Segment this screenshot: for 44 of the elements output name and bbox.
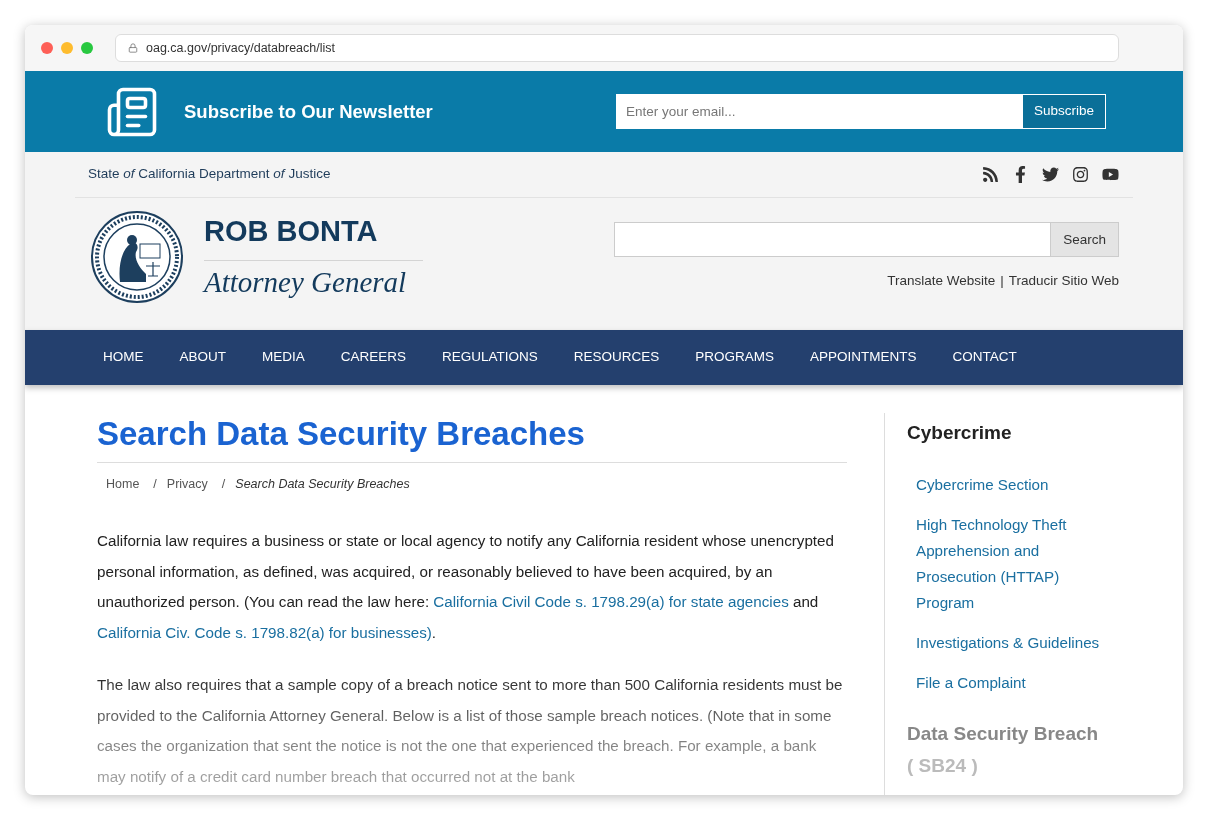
twitter-icon[interactable] <box>1042 166 1059 183</box>
breadcrumb-separator: / <box>221 476 226 494</box>
nav-link[interactable]: ABOUT <box>179 347 226 368</box>
agency-name: State of California Department of Justice <box>88 165 331 184</box>
section-subtitle: ( SB24 ) <box>907 754 979 778</box>
nav-link[interactable]: CONTACT <box>952 347 1017 368</box>
sidebar-title: Cybercrime <box>907 421 1013 445</box>
instagram-icon[interactable] <box>1072 166 1089 183</box>
search-button[interactable]: Search <box>1051 222 1119 258</box>
breadcrumb-link[interactable]: Search Data Security Breaches <box>235 475 410 494</box>
newsletter-title: Subscribe to Our Newsletter <box>184 99 433 124</box>
intro-paragraph: California law requires a business or state or local agency to notify any California resident whose unencrypted personal information, as defined, was acquired, or reasonably believed to have been acquired, by an unauthorized person. (You can read the law here: California Civil Code s. 1798.29(a) for state agencies and California Civ. Code s. 1798.82(a) for businesses). <box>97 531 835 643</box>
nav-link[interactable]: RESOURCES <box>573 347 660 368</box>
address-bar[interactable]: oag.ca.gov/privacy/databreach/list <box>115 34 1119 62</box>
official-title[interactable]: Attorney General <box>204 260 423 304</box>
sidebar-link[interactable]: Cybercrime Section <box>916 471 1117 498</box>
nav-link[interactable]: PROGRAMS <box>695 347 775 368</box>
subscribe-button[interactable]: Subscribe <box>1021 94 1106 129</box>
breadcrumb-separator: / <box>153 476 157 494</box>
translate-link[interactable]: Translate Website <box>887 271 996 292</box>
close-window-icon[interactable] <box>41 42 53 54</box>
law-link[interactable]: California Civ. Code s. 1798.82(a) for businesses) <box>97 623 432 641</box>
youtube-icon[interactable] <box>1102 166 1119 183</box>
seal-icon <box>90 210 184 304</box>
breadcrumb-link[interactable]: Privacy <box>166 475 208 494</box>
nav-link[interactable]: HOME <box>103 347 144 368</box>
sidebar-link[interactable]: High Technology Theft Apprehension and Prosecution (HTTAP) Program <box>916 511 1117 616</box>
section-title: Data Security Breach <box>907 721 1100 746</box>
email-field[interactable]: Enter your email... <box>615 94 1022 129</box>
sidebar-link[interactable]: File a Complaint <box>916 669 1117 696</box>
law-link[interactable]: California Civil Code s. 1798.29(a) for state agencies <box>433 593 789 610</box>
nav-link[interactable]: CAREERS <box>340 347 407 368</box>
nav-link[interactable]: REGULATIONS <box>442 347 538 368</box>
nav-link[interactable]: MEDIA <box>262 347 305 368</box>
sidebar-link[interactable]: Investigations & Guidelines <box>916 629 1117 656</box>
nav-link[interactable]: APPOINTMENTS <box>810 347 917 368</box>
rss-icon[interactable] <box>982 166 999 183</box>
official-name[interactable]: ROB BONTA <box>204 210 423 261</box>
link-separator: | <box>1000 272 1004 291</box>
page-title: Search Data Security Breaches <box>97 413 847 464</box>
translate-link[interactable]: Traducir Sitio Web <box>1008 271 1119 292</box>
breadcrumb-link[interactable]: Home <box>106 475 140 494</box>
site-search-field[interactable] <box>614 222 1052 258</box>
lock-icon <box>128 43 138 53</box>
